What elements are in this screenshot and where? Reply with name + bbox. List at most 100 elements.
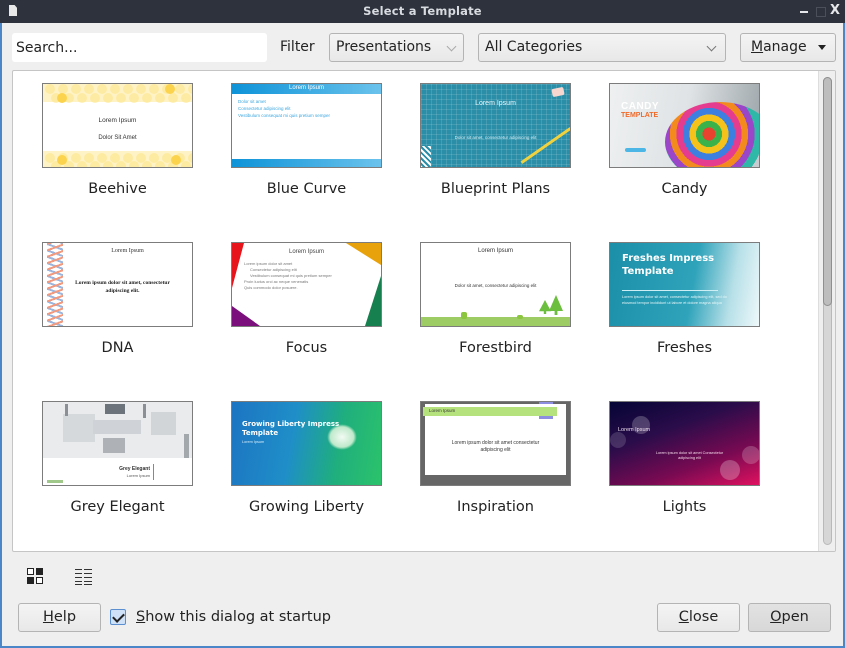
thumb-title: CANDY	[621, 101, 660, 112]
close-mnemonic: C	[678, 609, 689, 625]
help-mnemonic: H	[42, 609, 54, 625]
template-tile-candy[interactable]: CANDY TEMPLATE Candy	[580, 71, 769, 221]
help-button[interactable]: Help	[18, 603, 101, 632]
category-filter-value: All Categories	[485, 39, 583, 55]
thumb-title: Grey Elegant	[119, 466, 150, 472]
thumb-subtitle: Dolor Sit Amet	[98, 135, 137, 141]
window-title: Select a Template	[363, 4, 482, 18]
filter-label: Filter	[280, 39, 315, 55]
thumb-subtitle: Lorem ipsum dolor sit amet, consectetur …	[622, 295, 727, 305]
list-view-button[interactable]	[75, 568, 93, 586]
manage-menu-button[interactable]: Manage	[740, 33, 836, 62]
thumb-subtitle: Lorem Ipsum	[126, 473, 150, 478]
show-at-startup-checkbox[interactable]	[110, 609, 126, 625]
open-mnemonic: O	[770, 609, 782, 625]
chevron-down-icon	[706, 41, 717, 52]
template-tile-beehive[interactable]: Lorem Ipsum Dolor Sit Amet Beehive	[13, 71, 202, 221]
minimize-button[interactable]	[797, 3, 813, 19]
thumb-subtitle: Lorem ipsum dolor sit amet, consectetur …	[75, 280, 170, 294]
template-tile-freshes[interactable]: Freshes Impress Template Lorem ipsum dol…	[580, 230, 769, 380]
template-tile-inspiration[interactable]: Lorem Ipsum Lorem ipsum dolor sit amet c…	[391, 389, 580, 539]
template-thumbnail: Lorem Ipsum Dolor sit amet Consectetur a…	[231, 83, 382, 168]
template-thumbnail: Lorem Ipsum Dolor sit amet, consectetur …	[420, 83, 571, 168]
thumb-title: Lorem Ipsum	[429, 408, 456, 413]
dropdown-arrow-icon	[818, 45, 826, 50]
startup-mnemonic: S	[136, 609, 146, 625]
thumb-bullets: Lorem ipsum dolor sit amet Consectetur a…	[244, 261, 332, 291]
template-gallery: Lorem Ipsum Dolor Sit Amet Beehive Lorem…	[12, 70, 836, 552]
template-thumbnail: Freshes Impress Template Lorem ipsum dol…	[609, 242, 760, 327]
thumb-title: Growing Liberty Impress Template	[242, 420, 340, 437]
template-tile-grey-elegant[interactable]: Grey Elegant Lorem Ipsum Grey Elegant	[13, 389, 202, 539]
thumb-title: Freshes Impress Template	[622, 253, 715, 277]
thumb-title: Lorem Ipsum	[618, 427, 651, 433]
template-tile-blue-curve[interactable]: Lorem Ipsum Dolor sit amet Consectetur a…	[202, 71, 391, 221]
template-name: DNA	[101, 340, 134, 356]
thumb-subtitle: Dolor sit amet, consectetur adipiscing e…	[454, 135, 537, 140]
thumb-bullet: Quis commodo dolor posuere.	[244, 285, 298, 290]
template-name: Candy	[661, 181, 708, 197]
thumb-title: Lorem Ipsum	[98, 117, 137, 124]
template-name: Blueprint Plans	[440, 181, 551, 197]
category-filter-dropdown[interactable]: All Categories	[478, 33, 726, 62]
thumb-title: Lorem Ipsum	[288, 85, 324, 91]
help-label: elp	[53, 609, 77, 625]
thumb-title: Lorem Ipsum	[288, 249, 324, 255]
template-tile-blueprint-plans[interactable]: Lorem Ipsum Dolor sit amet, consectetur …	[391, 71, 580, 221]
beehive-pattern	[43, 84, 192, 167]
template-tile-focus[interactable]: Lorem Ipsum Lorem ipsum dolor sit amet C…	[202, 230, 391, 380]
template-name: Freshes	[656, 340, 713, 356]
thumb-title: Lorem Ipsum	[475, 100, 516, 107]
template-tile-dna[interactable]: Lorem Ipsum Lorem ipsum dolor sit amet, …	[13, 230, 202, 380]
vertical-scrollbar[interactable]	[818, 71, 835, 551]
thumb-subtitle: Lorem Ipsum	[242, 440, 265, 444]
thumb-title: Lorem Ipsum	[111, 248, 144, 254]
template-thumbnail: Growing Liberty Impress Template Lorem I…	[231, 401, 382, 486]
template-tile-growing-liberty[interactable]: Growing Liberty Impress Template Lorem I…	[202, 389, 391, 539]
template-tile-forestbird[interactable]: Lorem Ipsum Dolor sit amet, consectetur …	[391, 230, 580, 380]
template-name: Inspiration	[457, 499, 534, 515]
thumb-subtitle: Lorem ipsum dolor sit amet consectetur a…	[451, 440, 540, 453]
thumb-bullets: Dolor sit amet Consectetur adipiscing el…	[238, 98, 330, 119]
template-name: Growing Liberty	[248, 499, 365, 515]
open-label: pen	[781, 609, 809, 625]
startup-label-text: how this dialog at startup	[145, 609, 331, 625]
template-thumbnail: Lorem Ipsum Lorem ipsum dolor sit amet c…	[420, 401, 571, 486]
thumb-bullet: Dolor sit amet	[238, 99, 266, 104]
open-button[interactable]: Open	[748, 603, 831, 632]
template-name: Grey Elegant	[70, 499, 165, 515]
manage-label: anage	[763, 39, 807, 55]
template-dialog: Select a Template X Filter Presentations…	[0, 0, 845, 648]
template-thumbnail: Lorem Ipsum Dolor sit amet, consectetur …	[420, 242, 571, 327]
template-thumbnail: Lorem Ipsum Lorem ipsum dolor sit amet C…	[231, 242, 382, 327]
template-thumbnail: CANDY TEMPLATE	[609, 83, 760, 168]
search-input[interactable]	[12, 33, 267, 62]
template-tile-lights[interactable]: Lorem Ipsum Lorem ipsum dolor sit amet C…	[580, 389, 769, 539]
template-thumbnail: Lorem Ipsum Lorem ipsum dolor sit amet, …	[42, 242, 193, 327]
template-thumbnail: Lorem Ipsum Lorem ipsum dolor sit amet C…	[609, 401, 760, 486]
close-label: lose	[688, 609, 719, 625]
scroll-thumb[interactable]	[823, 77, 832, 306]
manage-mnemonic: M	[751, 39, 764, 55]
template-name: Focus	[285, 340, 328, 356]
show-at-startup-label[interactable]: Show this dialog at startup	[136, 609, 331, 625]
title-bar: Select a Template X	[0, 0, 845, 23]
thumb-bullet: Vestibulum consequat mi quis pretium sem…	[238, 113, 331, 118]
thumb-bullet: Consectetur adipiscing elit	[238, 106, 291, 111]
template-name: Blue Curve	[266, 181, 347, 197]
template-thumbnail: Lorem Ipsum Dolor Sit Amet	[42, 83, 193, 168]
thumb-subtitle: Lorem ipsum dolor sit amet Consectetur a…	[655, 451, 724, 460]
thumb-title: Lorem Ipsum	[477, 248, 513, 254]
icon-view-button[interactable]	[27, 568, 45, 586]
template-thumbnail: Grey Elegant Lorem Ipsum	[42, 401, 193, 486]
template-name: Lights	[662, 499, 707, 515]
template-name: Forestbird	[459, 340, 532, 356]
application-filter-value: Presentations	[336, 39, 432, 55]
chevron-down-icon	[446, 41, 457, 52]
thumb-subtitle: Dolor sit amet, consectetur adipiscing e…	[454, 283, 537, 288]
close-window-button[interactable]: X	[827, 3, 843, 19]
template-name: Beehive	[88, 181, 147, 197]
application-filter-dropdown[interactable]: Presentations	[329, 33, 464, 62]
thumb-subtitle: TEMPLATE	[621, 112, 659, 119]
close-button[interactable]: Close	[657, 603, 740, 632]
